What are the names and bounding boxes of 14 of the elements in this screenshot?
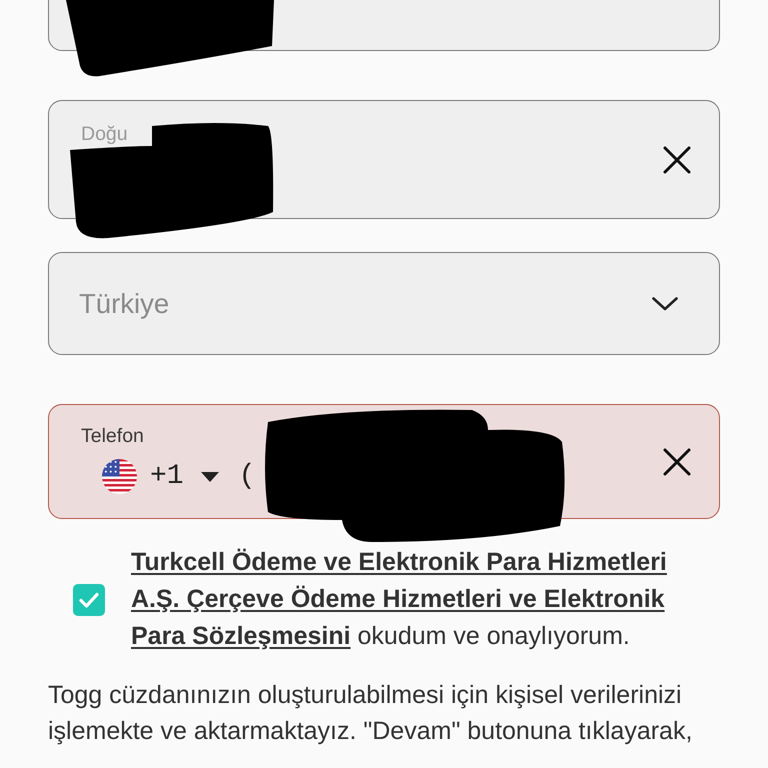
field-label: Doğu	[81, 122, 128, 146]
phone-value: (	[238, 461, 256, 492]
country-code-button[interactable]: +1	[102, 459, 219, 494]
clear-icon[interactable]	[663, 448, 691, 476]
chevron-down-icon	[652, 296, 678, 310]
select-value: Türkiye	[79, 288, 170, 320]
checkbox[interactable]	[73, 584, 105, 616]
flag-icon	[102, 459, 137, 494]
notice-text: Togg cüzdanınızın oluşturulabilmesi için kişisel verilerinizi işlemekte ve aktarmaktayız. "Devam" butonuna tıklayarak,	[48, 680, 694, 747]
caret-down-icon	[200, 472, 219, 482]
country-select[interactable]: Türkiye	[48, 252, 720, 355]
consent-text: Turkcell Ödeme ve Elektronik Para Hizmetleri A.Ş. Çerçeve Ödeme Hizmetleri ve Elektronik Para Sözleşmesini okudum ve onaylıyorum.	[131, 547, 668, 652]
clear-icon[interactable]	[663, 146, 691, 174]
field-label: Telefon	[81, 424, 144, 448]
